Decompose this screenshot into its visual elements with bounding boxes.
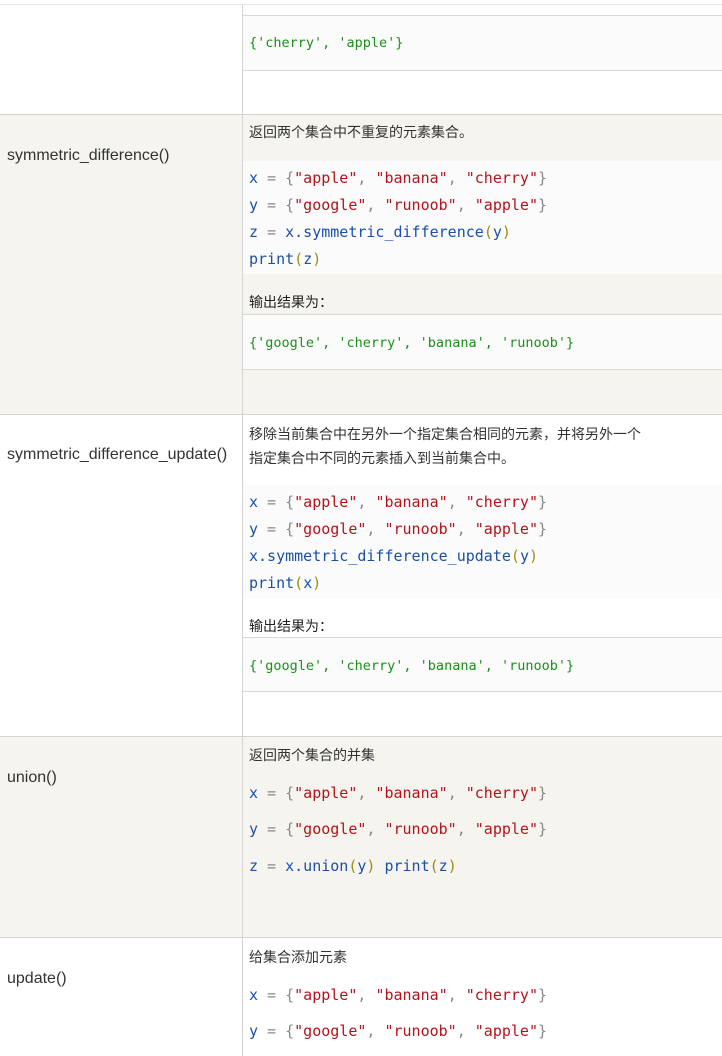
description-cell: 返回两个集合的并集 x = {"apple", "banana", "cherr… bbox=[242, 737, 722, 937]
code-line: x = {"apple", "banana", "cherry"} bbox=[249, 986, 548, 1004]
code-line: print(x) bbox=[249, 574, 322, 592]
table-row: union() 返回两个集合的并集 x = {"apple", "banana"… bbox=[0, 736, 722, 937]
code-line: y = {"google", "runoob", "apple"} bbox=[249, 1022, 548, 1040]
method-name: symmetric_difference() bbox=[7, 147, 170, 164]
code-line: x = {"apple", "banana", "cherry"} bbox=[249, 169, 548, 187]
code-line: print(z) bbox=[249, 250, 322, 268]
table-row: symmetric_difference_update() 移除当前集合中在另外… bbox=[0, 414, 722, 736]
output-block: {'google', 'cherry', 'banana', 'runoob'} bbox=[243, 314, 722, 370]
code-line: y = {"google", "runoob", "apple"} bbox=[249, 196, 548, 214]
description-cell: 返回两个集合中不重复的元素集合。 x = {"apple", "banana",… bbox=[242, 115, 722, 414]
output-text: {'google', 'cherry', 'banana', 'runoob'} bbox=[249, 335, 575, 351]
code-line: z = x.symmetric_difference(y) bbox=[249, 223, 511, 241]
code-line: x.symmetric_difference_update(y) bbox=[249, 547, 538, 565]
method-name: union() bbox=[7, 769, 57, 786]
output-label: 输出结果为： bbox=[249, 619, 333, 635]
output-label: 输出结果为： bbox=[249, 295, 333, 311]
method-description: 返回两个集合的并集 bbox=[249, 748, 375, 764]
description-cell: {'cherry', 'apple'} bbox=[242, 5, 722, 114]
code-line: x = {"apple", "banana", "cherry"} bbox=[249, 784, 548, 802]
code-line: y = {"google", "runoob", "apple"} bbox=[249, 820, 548, 838]
code-block: x = {"apple", "banana", "cherry"} y = {"… bbox=[243, 161, 722, 274]
method-description: 移除当前集合中在另外一个指定集合相同的元素，并将另外一个 bbox=[249, 427, 641, 443]
description-cell: 移除当前集合中在另外一个指定集合相同的元素，并将另外一个 指定集合中不同的元素插… bbox=[242, 415, 722, 736]
output-block: {'google', 'cherry', 'banana', 'runoob'} bbox=[243, 637, 722, 692]
method-name: symmetric_difference_update() bbox=[7, 446, 228, 463]
method-name: update() bbox=[7, 970, 67, 987]
code-line: z = x.union(y) print(z) bbox=[249, 857, 457, 875]
output-block: {'cherry', 'apple'} bbox=[243, 15, 722, 71]
method-description: 给集合添加元素 bbox=[249, 950, 347, 966]
table-row: symmetric_difference() 返回两个集合中不重复的元素集合。 … bbox=[0, 114, 722, 414]
description-cell: 给集合添加元素 x = {"apple", "banana", "cherry"… bbox=[242, 938, 722, 1056]
table-row: {'cherry', 'apple'} bbox=[0, 4, 722, 114]
code-line: y = {"google", "runoob", "apple"} bbox=[249, 520, 548, 538]
code-line: x = {"apple", "banana", "cherry"} bbox=[249, 493, 548, 511]
code-block: x = {"apple", "banana", "cherry"} y = {"… bbox=[243, 485, 722, 599]
method-description: 返回两个集合中不重复的元素集合。 bbox=[249, 125, 473, 141]
output-text: {'cherry', 'apple'} bbox=[249, 35, 404, 51]
method-description: 指定集合中不同的元素插入到当前集合中。 bbox=[249, 451, 515, 467]
output-text: {'google', 'cherry', 'banana', 'runoob'} bbox=[249, 658, 575, 674]
table-row: update() 给集合添加元素 x = {"apple", "banana",… bbox=[0, 937, 722, 1056]
